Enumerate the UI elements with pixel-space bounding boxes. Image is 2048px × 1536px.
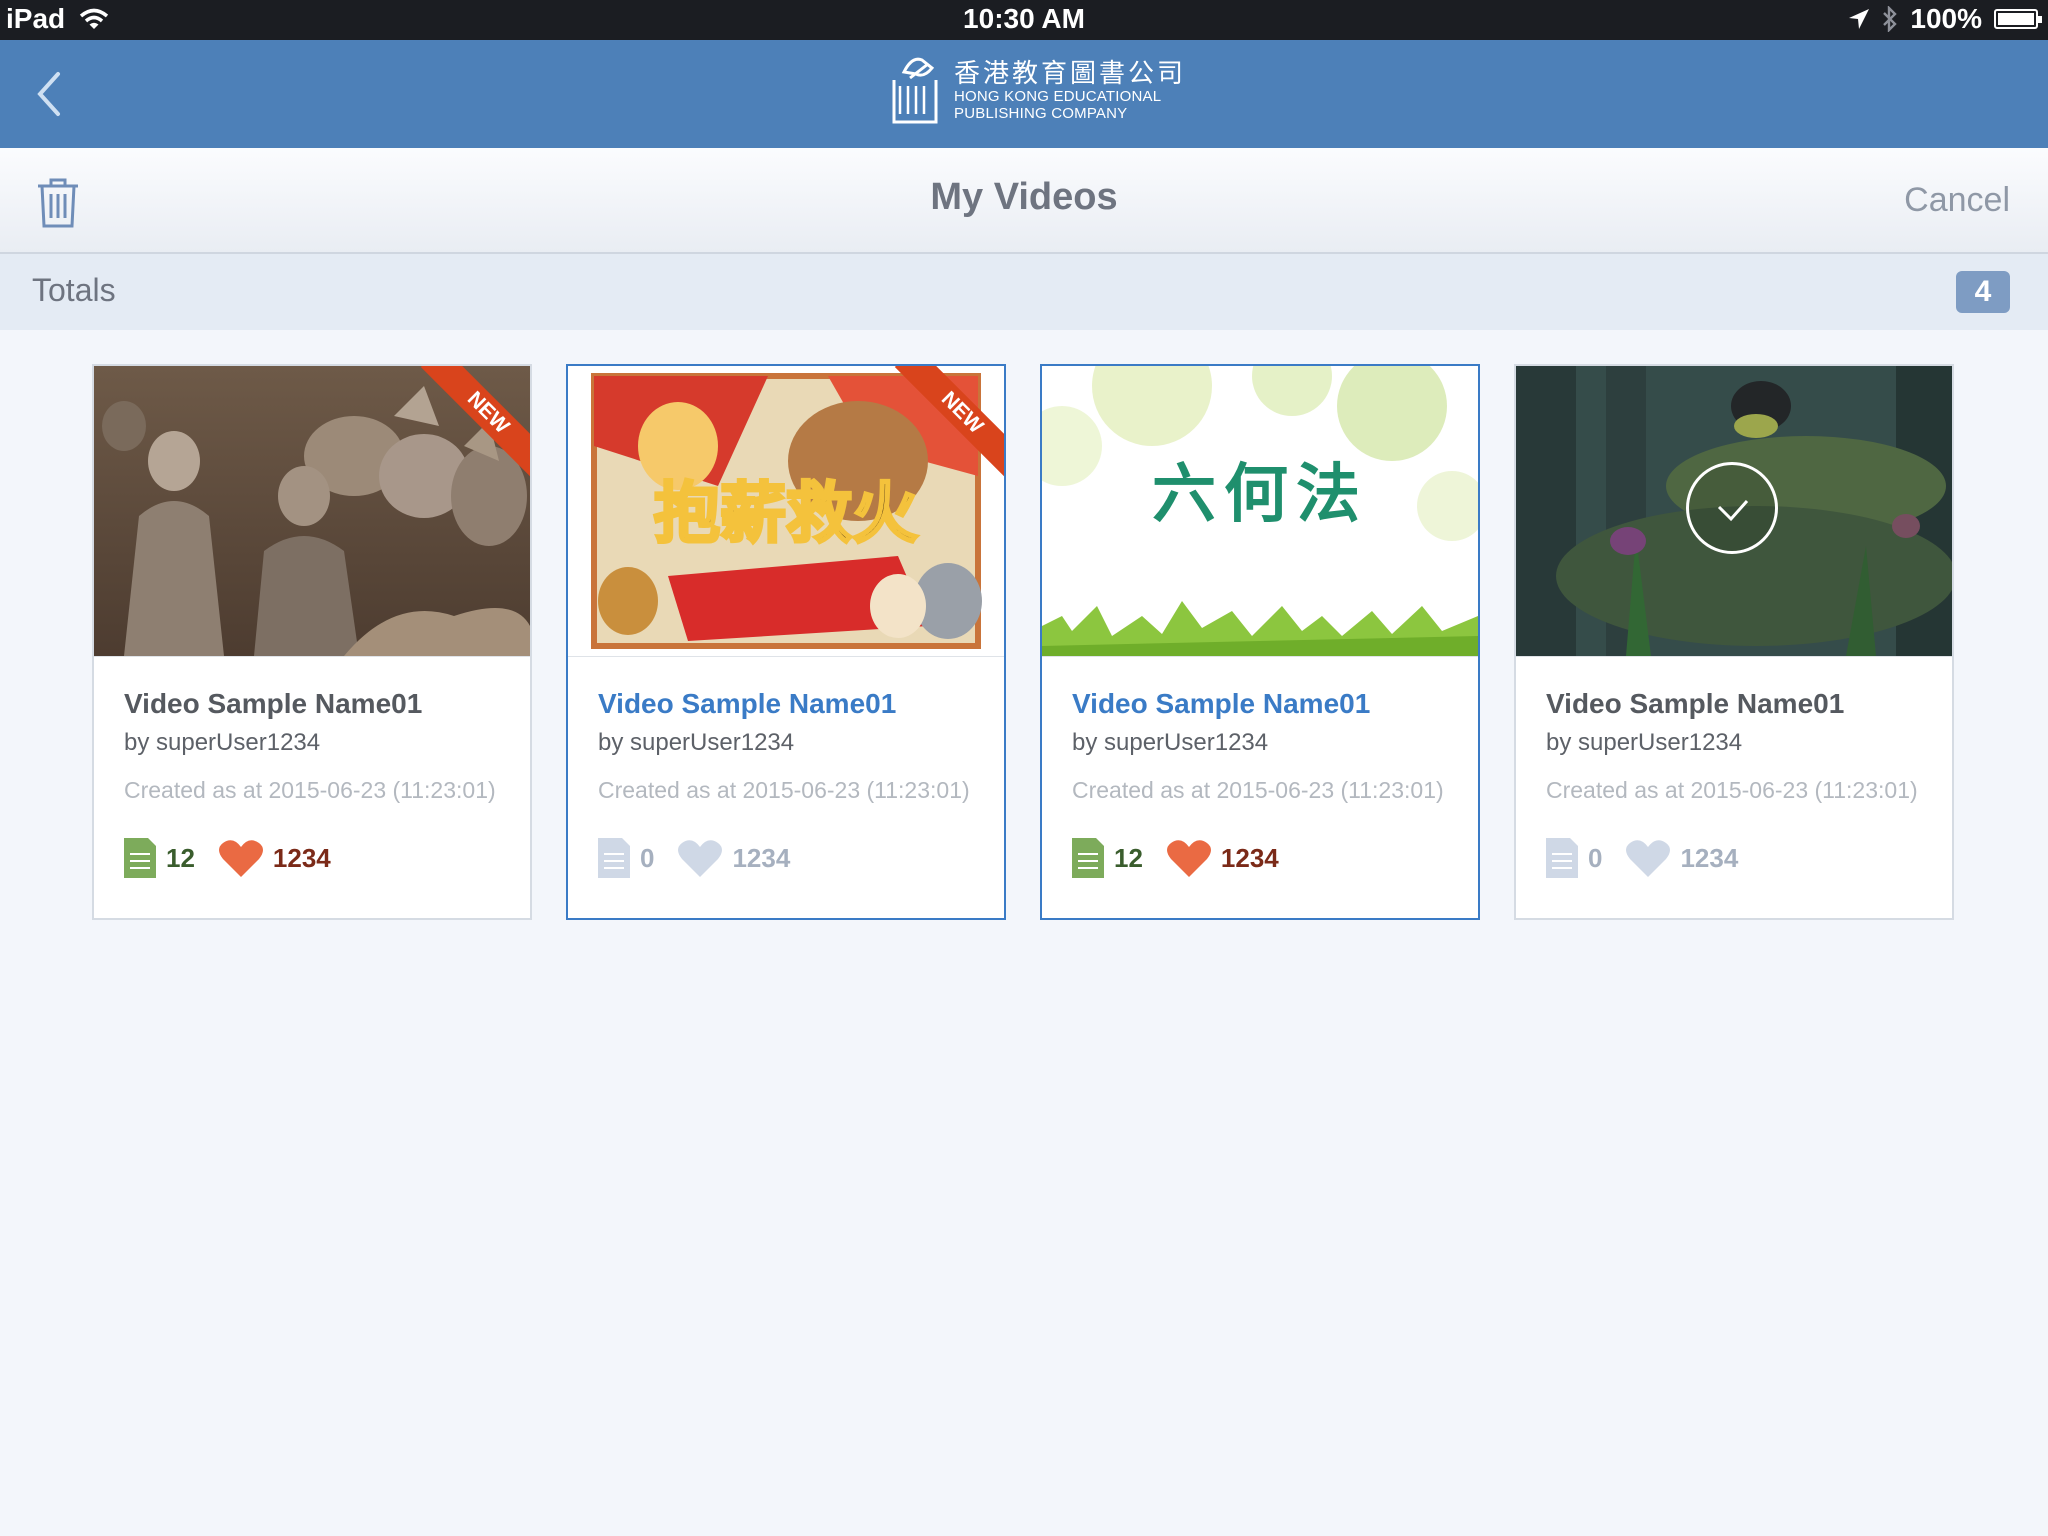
totals-label: Totals xyxy=(32,272,116,308)
title-toolbar: My Videos Cancel xyxy=(0,148,2048,254)
video-created-date: Created as at 2015-06-23 (11:23:01) xyxy=(1546,777,1918,803)
video-stats: 0 1234 xyxy=(598,838,814,878)
like-count: 1234 xyxy=(272,842,331,873)
heart-icon[interactable] xyxy=(1626,839,1671,877)
status-bar: iPad 10:30 AM 100% xyxy=(0,0,2048,40)
heart-icon[interactable] xyxy=(678,839,723,877)
thumbnail-text: 六何法 xyxy=(1152,458,1368,532)
video-created-date: Created as at 2015-06-23 (11:23:01) xyxy=(598,777,970,803)
brand-logo: 香港教育圖書公司 HONG KONG EDUCATIONAL PUBLISHIN… xyxy=(888,54,1186,126)
totals-count-badge: 4 xyxy=(1956,271,2010,313)
checkmark-icon xyxy=(1717,500,1749,522)
heart-icon[interactable] xyxy=(1166,839,1211,877)
location-arrow-icon xyxy=(1849,9,1870,29)
publisher-logo-icon xyxy=(892,57,938,124)
back-chevron-icon[interactable] xyxy=(28,66,68,122)
like-count: 1234 xyxy=(1680,842,1739,873)
comment-document-icon xyxy=(1546,838,1578,878)
video-stats: 12 1234 xyxy=(1072,838,1303,878)
video-card[interactable]: 六何法 Video Sample Name01 by superUser1234… xyxy=(1040,364,1480,920)
battery-icon xyxy=(1994,9,2042,29)
video-card[interactable]: 抱薪救火 NEW Video Sample Name01 by superUse… xyxy=(566,364,1006,920)
video-title: Video Sample Name01 xyxy=(1546,688,1845,719)
video-grid: NEW Video Sample Name01 by superUser1234… xyxy=(92,364,1954,920)
video-title: Video Sample Name01 xyxy=(598,688,897,719)
video-card[interactable]: Video Sample Name01 by superUser1234 Cre… xyxy=(1514,364,1954,920)
cancel-button[interactable]: Cancel xyxy=(1904,181,2010,220)
video-card[interactable]: NEW Video Sample Name01 by superUser1234… xyxy=(92,364,532,920)
video-title: Video Sample Name01 xyxy=(1072,688,1371,719)
like-count: 1234 xyxy=(1220,842,1279,873)
green-title-image: 六何法 xyxy=(1042,366,1478,656)
video-thumbnail: 六何法 xyxy=(1042,366,1478,657)
video-stats: 12 1234 xyxy=(124,838,355,878)
brand-name-chinese: 香港教育圖書公司 xyxy=(954,58,1187,88)
comment-document-icon xyxy=(124,838,156,878)
video-created-date: Created as at 2015-06-23 (11:23:01) xyxy=(124,777,496,803)
bluetooth-icon xyxy=(1883,6,1898,32)
brand-name-english-1: HONG KONG EDUCATIONAL xyxy=(954,88,1162,105)
video-created-date: Created as at 2015-06-23 (11:23:01) xyxy=(1072,777,1444,803)
selection-check[interactable] xyxy=(1686,462,1778,554)
comment-count: 12 xyxy=(166,842,195,873)
video-thumbnail xyxy=(1516,366,1952,657)
brand-name-english-2: PUBLISHING COMPANY xyxy=(954,105,1128,122)
video-thumbnail: 抱薪救火 NEW xyxy=(568,366,1004,657)
video-thumbnail: NEW xyxy=(94,366,530,657)
comment-count: 0 xyxy=(640,842,655,873)
video-title: Video Sample Name01 xyxy=(124,688,423,719)
comment-count: 12 xyxy=(1114,842,1143,873)
comment-count: 0 xyxy=(1588,842,1603,873)
app-header: 香港教育圖書公司 HONG KONG EDUCATIONAL PUBLISHIN… xyxy=(0,40,2048,148)
like-count: 1234 xyxy=(732,842,791,873)
comment-document-icon xyxy=(1072,838,1104,878)
heart-icon[interactable] xyxy=(218,839,263,877)
battery-percent: 100% xyxy=(1910,3,1982,34)
thumbnail-text: 抱薪救火 xyxy=(654,475,918,552)
video-author: by superUser1234 xyxy=(1546,729,1743,756)
video-stats: 0 1234 xyxy=(1546,838,1762,878)
video-author: by superUser1234 xyxy=(1072,729,1269,756)
page-title: My Videos xyxy=(930,176,1118,218)
totals-bar: Totals 4 xyxy=(0,254,2048,330)
comment-document-icon xyxy=(598,838,630,878)
battery-fill xyxy=(1998,13,2034,25)
video-author: by superUser1234 xyxy=(598,729,795,756)
video-author: by superUser1234 xyxy=(124,729,321,756)
status-time: 10:30 AM xyxy=(963,3,1085,34)
